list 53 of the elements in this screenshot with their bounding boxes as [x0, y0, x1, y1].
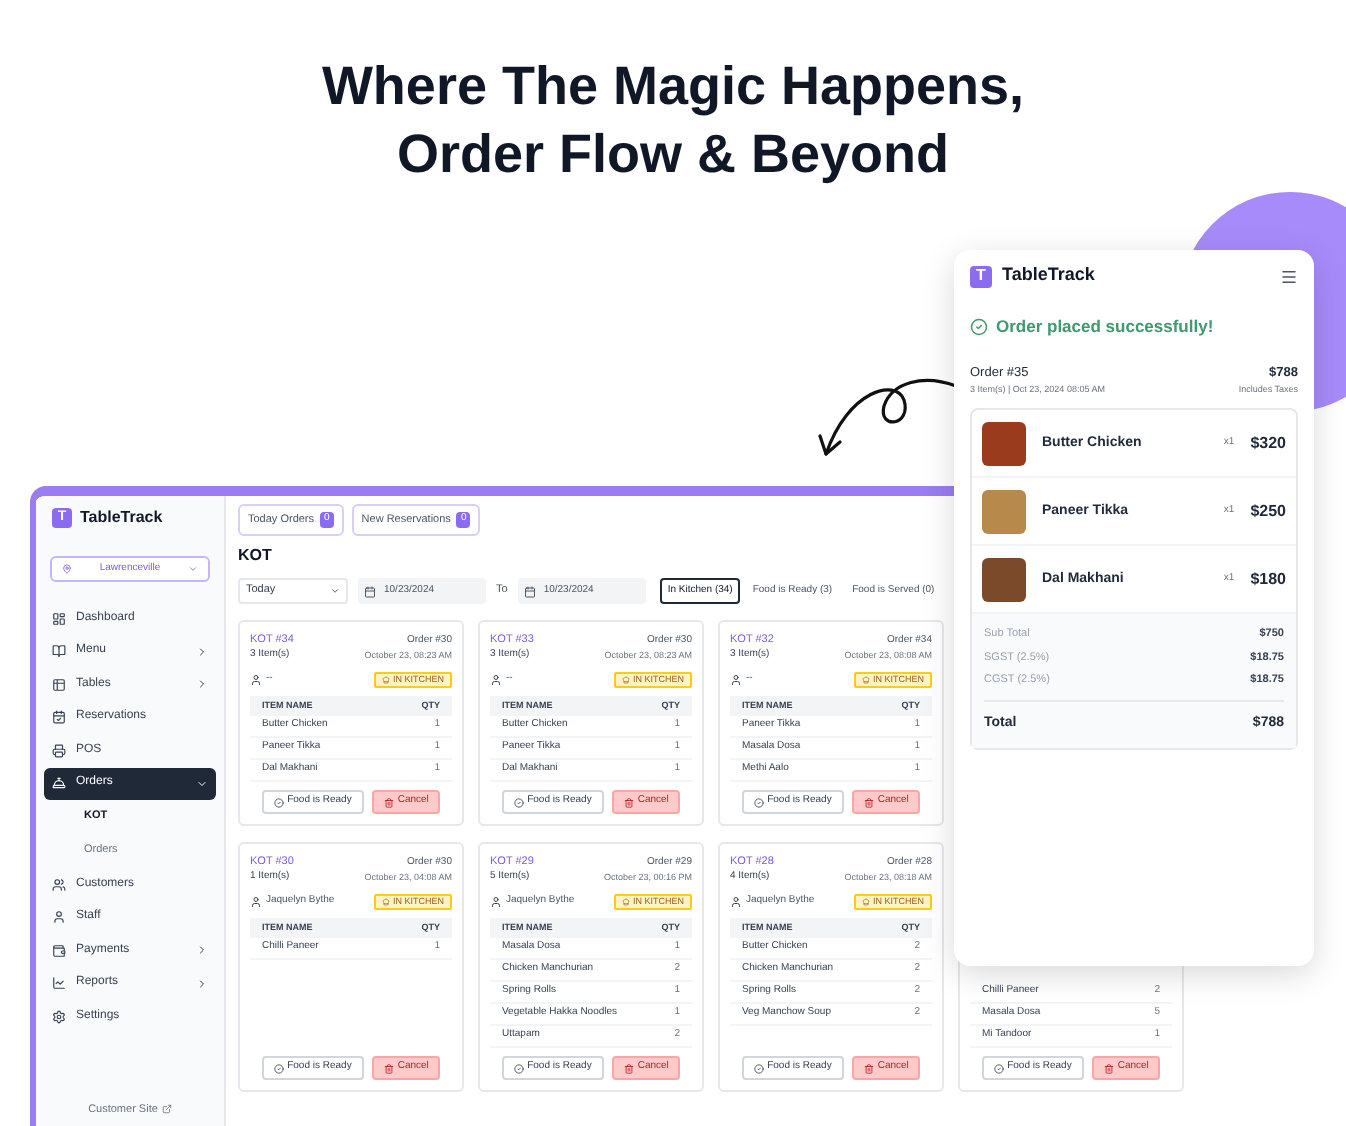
- chevron-icon: [188, 564, 198, 574]
- waiter-icon: [250, 674, 262, 686]
- wallet-icon: [52, 943, 66, 958]
- calendar-icon: [52, 710, 66, 725]
- external-link-icon: [161, 1104, 172, 1115]
- pin-icon: [62, 564, 72, 574]
- brand-name: TableTrack: [80, 506, 163, 530]
- logo: T: [970, 265, 992, 287]
- user-icon: [52, 910, 66, 925]
- check-circle-icon: [753, 797, 764, 807]
- waiter-icon: [250, 896, 262, 908]
- chart-icon: [52, 976, 66, 991]
- check-circle-icon: [273, 1063, 284, 1073]
- photo-placeholder: [982, 489, 1026, 534]
- waiter-icon: [490, 896, 502, 908]
- trash-icon: [383, 797, 394, 807]
- book-icon: [52, 644, 66, 659]
- check-circle-icon: [993, 1063, 1004, 1073]
- photo-placeholder: [982, 557, 1026, 602]
- waiter-icon: [490, 674, 502, 686]
- settings-icon: [52, 1009, 66, 1024]
- trash-icon: [623, 1063, 634, 1073]
- success-message: Order placed successfully!: [996, 314, 1214, 340]
- check-circle-icon: [513, 797, 524, 807]
- curved-arrow-drawing: [818, 378, 958, 456]
- calendar-icon: [523, 585, 536, 597]
- brand-name: TableTrack: [1002, 262, 1097, 289]
- check-circle-icon: [753, 1063, 764, 1073]
- photo-placeholder: [982, 421, 1026, 466]
- calendar-icon: [364, 585, 376, 597]
- check-circle-icon: [513, 1063, 524, 1073]
- page-title: KOT: [238, 544, 274, 568]
- dish-price: $250: [1250, 499, 1286, 524]
- trash-icon: [623, 797, 634, 807]
- waiter-icon: [730, 674, 742, 686]
- trash-icon: [863, 797, 874, 807]
- trash-icon: [863, 1063, 874, 1073]
- menu-icon[interactable]: [1280, 267, 1298, 285]
- dish-price: $180: [1250, 567, 1286, 592]
- trash-icon: [1103, 1063, 1114, 1073]
- bell-icon: [52, 776, 66, 791]
- trash-icon: [383, 1063, 394, 1073]
- check-circle-icon: [970, 317, 988, 336]
- table-icon: [52, 677, 66, 692]
- chevron-icon: [330, 586, 340, 596]
- dish-price: $320: [1250, 431, 1286, 456]
- waiter-icon: [730, 896, 742, 908]
- headline: Order Flow & Beyond: [396, 122, 950, 188]
- headline: Where The Magic Happens,: [321, 54, 1025, 120]
- users-icon: [52, 877, 66, 892]
- printer-icon: [52, 743, 66, 758]
- check-circle-icon: [273, 797, 284, 807]
- dashboard-icon: [52, 611, 66, 626]
